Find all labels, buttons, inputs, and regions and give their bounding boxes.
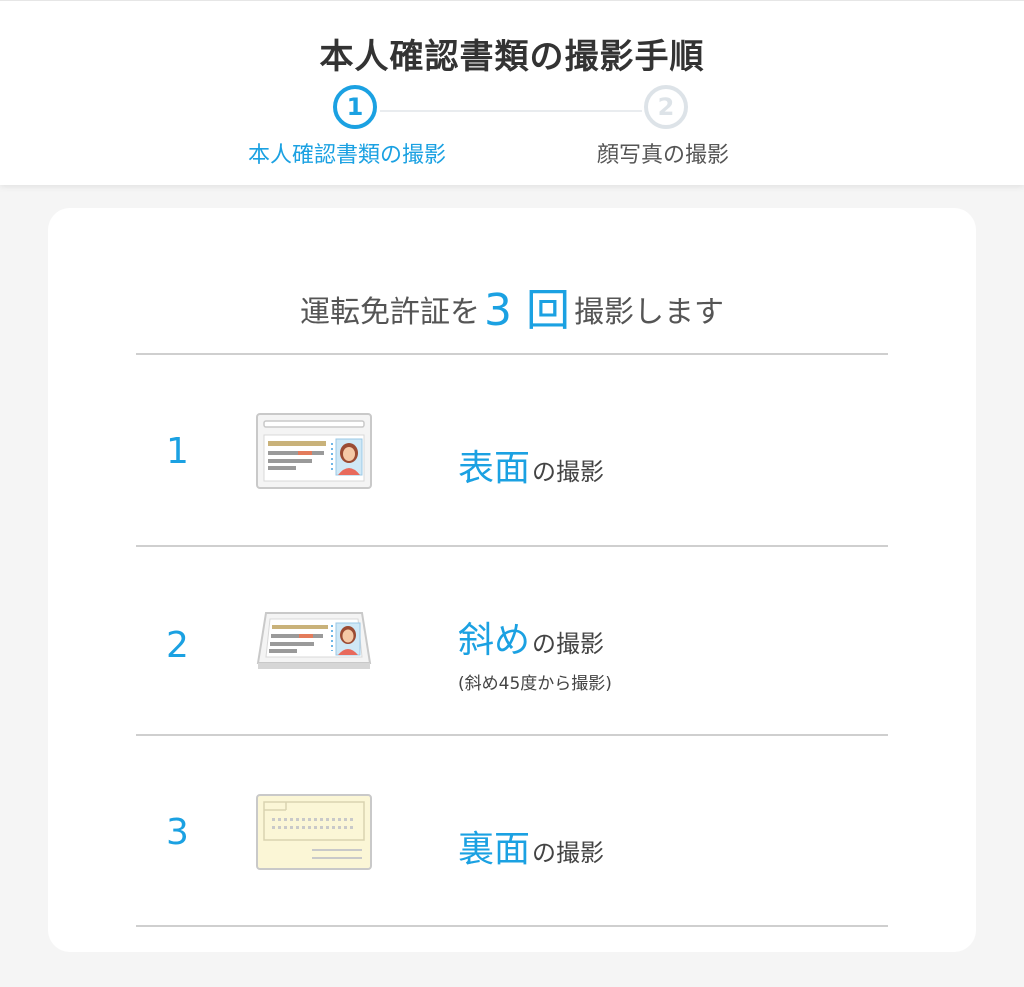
- item-number: 3: [166, 812, 189, 853]
- item-title: 斜めの撮影: [458, 620, 605, 661]
- instructions-card: 運転免許証を3 回撮影します 1 表面の撮影 2 斜めの撮影 (斜め45度から撮…: [48, 208, 976, 952]
- list-item: 3 裏面の撮影: [136, 736, 888, 924]
- page-title: 本人確認書類の撮影手順: [319, 37, 705, 77]
- list-item: 1 表面の撮影: [136, 355, 888, 543]
- step-2-label: 顔写真の撮影: [597, 143, 730, 168]
- item-title: 表面の撮影: [458, 448, 605, 489]
- heading-prefix: 運転免許証を: [300, 295, 480, 330]
- divider: [136, 925, 888, 927]
- step-connector: [380, 110, 642, 112]
- step-2-indicator: 2: [644, 85, 688, 129]
- license-tilted-icon: [256, 609, 372, 675]
- header: 本人確認書類の撮影手順 1 2 本人確認書類の撮影 顔写真の撮影: [0, 0, 1024, 185]
- step-1-indicator: 1: [333, 85, 377, 129]
- item-number: 2: [166, 625, 189, 666]
- progress-stepper: 1 2 本人確認書類の撮影 顔写真の撮影: [0, 85, 1024, 175]
- license-back-icon: [256, 794, 372, 874]
- list-item: 2 斜めの撮影 (斜め45度から撮影): [136, 547, 888, 735]
- item-number: 1: [166, 431, 189, 472]
- license-front-icon: [256, 413, 372, 493]
- heading-suffix: 撮影します: [574, 295, 724, 330]
- item-note: (斜め45度から撮影): [458, 674, 612, 694]
- step-1-label: 本人確認書類の撮影: [248, 143, 447, 168]
- item-title: 裏面の撮影: [458, 829, 605, 870]
- shot-count: 3 回: [484, 285, 570, 336]
- card-heading: 運転免許証を3 回撮影します: [48, 274, 976, 338]
